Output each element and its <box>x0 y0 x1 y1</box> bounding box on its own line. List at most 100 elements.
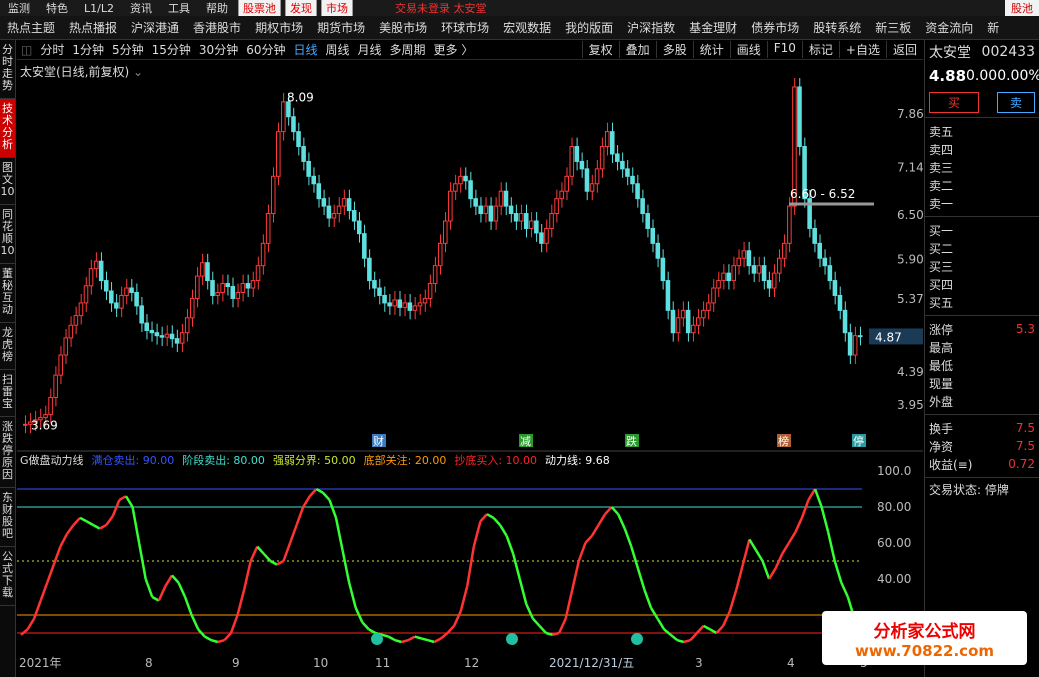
period-tab-5[interactable]: 60分钟 <box>242 41 289 58</box>
indicator-segment <box>39 582 49 602</box>
ask-row: 卖四 <box>925 140 1039 158</box>
toolbar-button-1[interactable]: 叠加 <box>618 41 656 58</box>
sidebar-item-4[interactable]: 董秘互动 <box>0 264 15 323</box>
buy-button[interactable]: 买 <box>929 92 980 113</box>
nav-item-12[interactable]: 债券市场 <box>744 19 806 36</box>
nav-item-13[interactable]: 股转系统 <box>806 19 868 36</box>
indicator-segment <box>446 624 456 634</box>
toolbar-button-0[interactable]: 复权 <box>581 41 619 58</box>
nav-item-6[interactable]: 美股市场 <box>372 19 434 36</box>
nav-item-14[interactable]: 新三板 <box>868 19 918 36</box>
stat2-value: 7.5 <box>1015 421 1035 435</box>
indicator-segment <box>617 513 626 530</box>
toolbar-button-7[interactable]: +自选 <box>838 41 886 58</box>
sidebar-item-6[interactable]: 扫雷宝 <box>0 370 15 417</box>
nav-item-16[interactable]: 新 <box>980 19 1006 36</box>
period-tab-3[interactable]: 15分钟 <box>148 41 195 58</box>
indicator-segment <box>590 524 600 537</box>
indicator-segment <box>552 631 560 637</box>
sell-button[interactable]: 卖 <box>996 92 1035 113</box>
sidebar-item-5[interactable]: 龙虎榜 <box>0 323 15 370</box>
indicator-segment <box>505 535 515 555</box>
period-tab-1[interactable]: 1分钟 <box>68 41 108 58</box>
candle-body <box>706 302 711 311</box>
candle-body <box>478 205 483 215</box>
period-tab-8[interactable]: 月线 <box>354 41 386 58</box>
indicator-segment <box>689 632 698 642</box>
candle-body <box>797 86 802 148</box>
toolbar-button-6[interactable]: 标记 <box>801 41 839 58</box>
candle-body <box>529 220 534 229</box>
market-button[interactable]: 市场 <box>320 0 353 16</box>
menu-item-monitor[interactable]: 监测 <box>0 0 38 16</box>
sidebar-item-1[interactable]: 技术分析 <box>0 99 15 158</box>
toolbar-button-3[interactable]: 统计 <box>692 41 730 58</box>
nav-item-7[interactable]: 环球市场 <box>434 19 496 36</box>
menu-item-help[interactable]: 帮助 <box>198 0 236 16</box>
sidebar-item-2[interactable]: 图文10 <box>0 158 15 205</box>
sidebar-item-7[interactable]: 涨跌停原因 <box>0 417 15 488</box>
indicator-segment <box>571 560 581 591</box>
sidebar-item-8[interactable]: 东财股吧 <box>0 488 15 547</box>
indicator-line <box>20 487 856 644</box>
indicator-axis-label: 100.0 <box>877 464 911 478</box>
menu-item-news[interactable]: 资讯 <box>122 0 160 16</box>
sidebar-item-9[interactable]: 公式下载 <box>0 547 15 606</box>
toolbar-button-2[interactable]: 多股 <box>655 41 693 58</box>
candle-body <box>711 287 716 304</box>
candle-body <box>675 317 681 334</box>
nav-item-2[interactable]: 沪深港通 <box>124 19 186 36</box>
period-tab-4[interactable]: 30分钟 <box>195 41 242 58</box>
collapse-icon[interactable]: ◫ <box>17 43 36 57</box>
candle-body <box>493 205 499 222</box>
nav-item-3[interactable]: 香港股市 <box>186 19 248 36</box>
menu-item-l1l2[interactable]: L1/L2 <box>76 2 122 15</box>
bid-row: 买二 <box>925 239 1039 257</box>
period-tab-0[interactable]: 分时 <box>36 41 68 58</box>
nav-item-11[interactable]: 基金理财 <box>682 19 744 36</box>
candle-body <box>422 297 428 304</box>
toolbar-button-4[interactable]: 画线 <box>729 41 767 58</box>
period-tab-9[interactable]: 多周期 <box>386 41 430 58</box>
indicator-segment <box>105 515 114 526</box>
period-tab-2[interactable]: 5分钟 <box>108 41 148 58</box>
nav-item-5[interactable]: 期货市场 <box>310 19 372 36</box>
chevron-down-icon[interactable]: ⌄ <box>133 65 143 79</box>
menu-item-special[interactable]: 特色 <box>38 0 76 16</box>
period-tab-7[interactable]: 周线 <box>322 41 354 58</box>
gubao-button[interactable]: 股池 <box>1005 0 1039 16</box>
stat2-label: 净资 <box>929 439 954 454</box>
indicator-segment <box>256 545 265 555</box>
indicator-segment <box>722 610 731 627</box>
stock-pool-button[interactable]: 股票池 <box>237 0 281 16</box>
toolbar-button-8[interactable]: 返回 <box>885 41 923 58</box>
indicator-segment <box>577 542 587 562</box>
nav-item-8[interactable]: 宏观数据 <box>496 19 558 36</box>
sidebar-item-0[interactable]: 分时走势 <box>0 40 15 99</box>
nav-item-10[interactable]: 沪深指数 <box>620 19 682 36</box>
candle-body <box>630 175 635 185</box>
menu-item-tools[interactable]: 工具 <box>160 0 198 16</box>
toolbar-button-5[interactable]: F10 <box>766 41 802 58</box>
bid-label: 买二 <box>929 241 954 256</box>
event-marker-label: 减 <box>520 435 531 448</box>
chart-area[interactable]: 7.867.146.505.905.374.884.393.954.878.09… <box>17 61 923 677</box>
nav-item-1[interactable]: 热点播报 <box>62 19 124 36</box>
indicator-segment <box>748 538 758 551</box>
menu-bar: 监测 特色 L1/L2 资讯 工具 帮助 股票池 发现 市场 交易未登录 太安堂… <box>0 0 1039 16</box>
period-tab-10[interactable]: 更多 〉 <box>430 41 478 58</box>
candle-body <box>220 283 225 293</box>
candle-body <box>599 146 605 170</box>
indicator-segment <box>728 589 738 612</box>
nav-item-4[interactable]: 期权市场 <box>248 19 310 36</box>
candle-body <box>731 265 736 282</box>
nav-item-15[interactable]: 资金流向 <box>918 19 980 36</box>
nav-item-0[interactable]: 热点主题 <box>0 19 62 36</box>
candle-body <box>367 257 372 282</box>
period-tab-6[interactable]: 日线 <box>289 41 321 58</box>
candle-body <box>114 302 119 309</box>
sidebar-item-3[interactable]: 同花顺10 <box>0 205 15 264</box>
candle-body <box>716 280 721 289</box>
discover-button[interactable]: 发现 <box>284 0 317 16</box>
nav-item-9[interactable]: 我的版面 <box>558 19 620 36</box>
